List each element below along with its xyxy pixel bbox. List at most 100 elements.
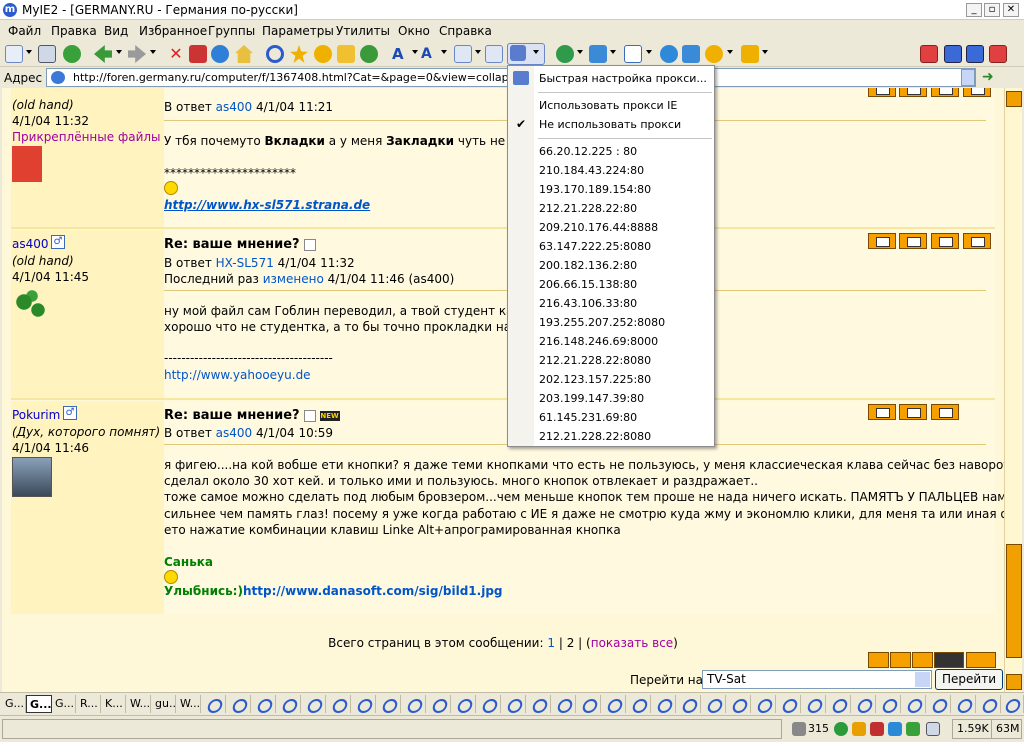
ie-tab-icon[interactable] [952,695,976,713]
list-view-button[interactable] [934,652,964,668]
chevron-down-icon[interactable] [150,50,156,54]
reply-button[interactable] [931,88,959,97]
globe-icon[interactable] [63,45,81,63]
browser-tab[interactable]: G... [52,695,76,713]
menu-item-proxy[interactable]: 61.145.231.69:80 [539,411,637,424]
ie-tab-icon[interactable] [777,695,801,713]
download-icon[interactable] [906,722,920,736]
menu-item-proxy[interactable]: 212.21.228.22:8080 [539,430,651,443]
refresh-icon[interactable] [211,45,229,63]
chevron-down-icon[interactable] [26,50,32,54]
sync-icon[interactable] [888,722,902,736]
page-1-link[interactable]: 1 [547,636,555,650]
ie-tab-icon[interactable] [602,695,626,713]
signature-link[interactable]: http://www.danasoft.com/sig/bild1.jpg [243,584,503,598]
menu-item-proxy[interactable]: 216.43.106.33:80 [539,297,637,310]
menu-item-proxy[interactable]: 193.170.189.154:80 [539,183,651,196]
ie-tab-icon[interactable] [802,695,826,713]
chevron-down-icon[interactable] [116,50,122,54]
minimize-button[interactable]: _ [966,3,982,17]
folder-icon[interactable] [337,45,355,63]
next-thread-button[interactable] [912,652,933,668]
reply-to-link[interactable]: as400 [216,426,253,440]
ie-tab-icon[interactable] [977,695,1001,713]
author-name[interactable]: Pokurim [12,408,60,422]
jump-select[interactable]: TV-Sat [702,670,932,689]
ie-tab-icon[interactable] [677,695,701,713]
close-button[interactable]: ✕ [1003,3,1019,17]
mail-icon[interactable] [624,45,642,63]
chevron-down-icon[interactable] [646,50,652,54]
signature-url[interactable]: http://www.hx-sl571.strana.de [164,198,370,212]
chevron-down-icon[interactable] [441,50,447,54]
ie-tab-icon[interactable] [552,695,576,713]
ie-tab-icon[interactable] [527,695,551,713]
ie-tab-icon[interactable] [252,695,276,713]
address-dropdown-button[interactable] [961,69,975,86]
scroll-thumb[interactable] [1006,544,1022,658]
restore-tab-icon[interactable] [966,45,984,63]
browser-tab[interactable]: K... [102,695,126,713]
ie-tab-icon[interactable] [902,695,926,713]
ie-tab-icon[interactable] [377,695,401,713]
quote-button[interactable] [868,233,896,249]
menu-item-proxy[interactable]: 212.21.228.22:8080 [539,354,651,367]
menu-tools[interactable]: Утилиты [336,24,390,38]
sync-icon[interactable] [360,45,378,63]
ie-tab-icon[interactable] [427,695,451,713]
minimize-tab-icon[interactable] [944,45,962,63]
menu-item-proxy[interactable]: 203.199.147.39:80 [539,392,644,405]
block-popup-icon[interactable] [454,45,472,63]
ie-tab-icon[interactable] [577,695,601,713]
maximize-button[interactable]: ▫ [984,3,1000,17]
chevron-down-icon[interactable] [727,50,733,54]
history-icon[interactable] [314,45,332,63]
ie-tab-icon[interactable] [1000,695,1024,713]
forward-icon[interactable] [128,45,146,63]
quote-button[interactable] [868,404,896,420]
favorites-star-icon[interactable] [290,45,308,63]
jump-button[interactable]: Перейти [935,669,1003,690]
go-arrow-icon[interactable]: ➜ [982,69,1000,87]
online-icon[interactable] [834,722,848,736]
skin-icon[interactable] [705,45,723,63]
print-button[interactable] [899,233,927,249]
browser-tab[interactable]: R... [77,695,101,713]
edited-link[interactable]: изменено [263,272,324,286]
encoding-icon[interactable]: A [421,45,439,63]
menu-options[interactable]: Параметры [262,24,334,38]
chevron-down-icon[interactable] [475,50,481,54]
ie-tab-icon[interactable] [702,695,726,713]
up-thread-button[interactable] [890,652,911,668]
reply-button[interactable] [931,233,959,249]
window-icon[interactable] [38,45,56,63]
font-size-icon[interactable]: A [392,45,410,63]
signature-link[interactable]: http://www.hx-sl571.strana.de [164,198,370,212]
browser-tab[interactable]: G... [2,695,26,713]
menu-item-proxy[interactable]: 212.21.228.22:80 [539,202,637,215]
show-all-link[interactable]: показать все [591,636,673,650]
home-icon[interactable] [235,45,253,63]
ie-tab-icon[interactable] [327,695,351,713]
menu-item-proxy[interactable]: 63.147.222.25:8080 [539,240,651,253]
ie-tab-icon[interactable] [752,695,776,713]
ie-tab-icon[interactable] [502,695,526,713]
chevron-down-icon[interactable] [762,50,768,54]
browser-tab[interactable]: gu... [152,695,176,713]
stop-all-icon[interactable] [189,45,207,63]
browser-tab[interactable]: W... [177,695,201,713]
scroll-down-button[interactable] [1006,674,1022,690]
plugin-icon[interactable] [741,45,759,63]
reply-to-link[interactable]: as400 [216,100,253,114]
close-all-icon[interactable] [920,45,938,63]
ie-tab-icon[interactable] [827,695,851,713]
prev-thread-button[interactable] [868,652,889,668]
menu-item-no-proxy[interactable]: Не использовать прокси [539,118,681,131]
print-button[interactable] [899,88,927,97]
menu-favorites[interactable]: Избранное [139,24,207,38]
author-name[interactable]: as400 [12,237,49,251]
vertical-scrollbar[interactable] [1004,88,1022,692]
ie-tab-icon[interactable] [727,695,751,713]
signature-link[interactable]: http://www.yahooeyu.de [164,368,311,382]
chevron-down-icon[interactable] [577,50,583,54]
